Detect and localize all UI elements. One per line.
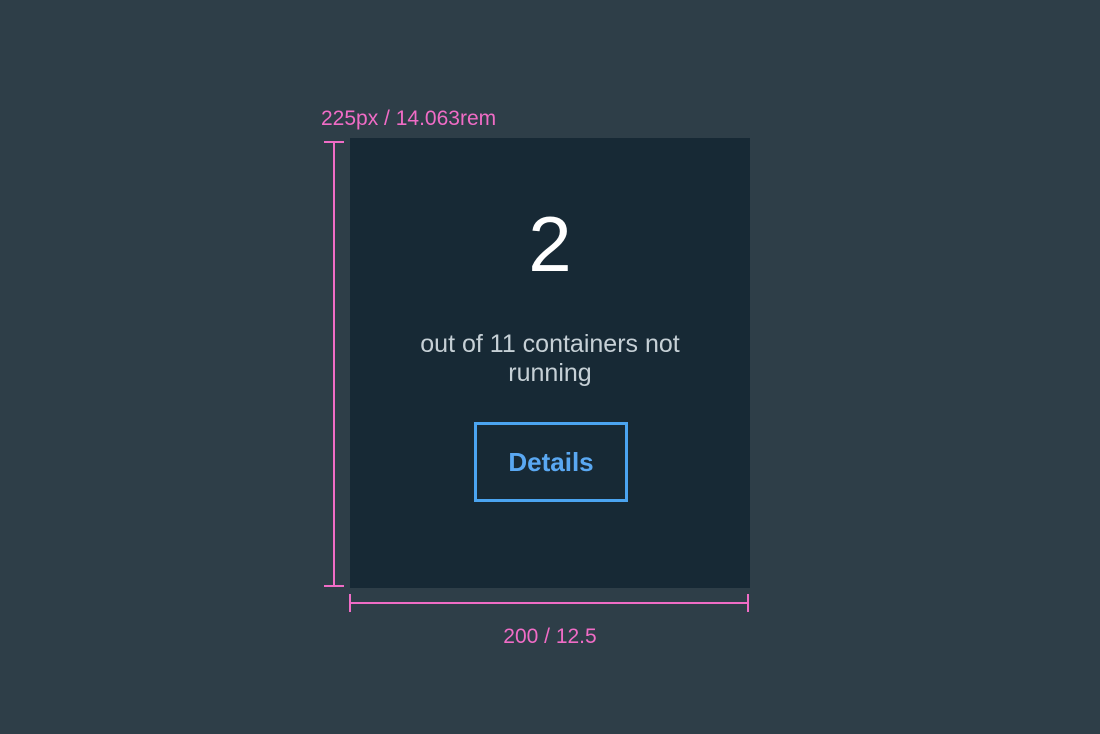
- width-dimension-line: [349, 594, 749, 612]
- status-caption: out of 11 containers not running: [420, 330, 680, 387]
- details-button[interactable]: Details: [474, 422, 628, 502]
- not-running-count: 2: [528, 200, 572, 288]
- width-dimension-label: 200 / 12.5: [503, 625, 597, 648]
- height-dimension-label: 225px / 14.063rem: [321, 107, 497, 130]
- height-dimension-line: [324, 141, 344, 587]
